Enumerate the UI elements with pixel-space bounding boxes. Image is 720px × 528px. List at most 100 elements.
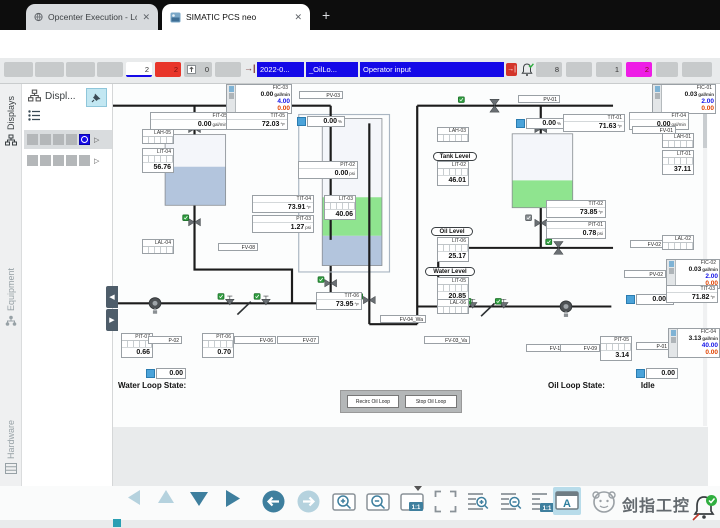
tab-label: Opcenter Execution - Lo...	[48, 12, 137, 22]
pid-diagram	[113, 84, 708, 427]
oil-loop-state-value: Idle	[641, 381, 655, 390]
pcsneo-favicon-icon	[170, 12, 181, 23]
list-view-icon[interactable]	[28, 110, 41, 121]
zoom-out-view-icon[interactable]	[366, 490, 391, 515]
toolbar-button-5[interactable]	[215, 62, 241, 77]
new-tab-button[interactable]: +	[322, 7, 330, 23]
list-1-1-icon[interactable]: 1:1	[530, 490, 555, 515]
thumb-square	[40, 155, 51, 166]
thumb-square	[27, 134, 38, 145]
display-tree-item-selected[interactable]: ▷	[24, 130, 112, 149]
watermark-text: 剑指工控	[622, 492, 690, 516]
sidebar-tab-equipment[interactable]: Equipment	[0, 268, 22, 346]
water-tank[interactable]	[165, 135, 226, 206]
oil-loop-state: Oil Loop State:Idle	[548, 381, 655, 390]
alarm-bell-ack-icon[interactable]	[520, 62, 535, 77]
list-zoom-out-icon[interactable]	[499, 490, 524, 515]
app-window: Opcenter Execution - Lo... ✕ SIMATIC PCS…	[0, 0, 720, 528]
nav-down-icon[interactable]	[190, 492, 208, 506]
expand-icon[interactable]: ▷	[94, 157, 99, 165]
tab-close-icon[interactable]: ✕	[142, 12, 150, 23]
display-tree-item[interactable]: ▷	[24, 151, 112, 170]
up-arrow-icon	[187, 65, 196, 74]
recirc-oil-loop-button[interactable]: Recirc Oil Loop	[347, 395, 399, 408]
toolbar-button-3[interactable]	[66, 62, 95, 77]
canvas-vertical-scrollbar[interactable]	[703, 86, 707, 426]
breadcrumb-operator-input[interactable]: Operator input	[360, 62, 504, 77]
thumb-square	[53, 134, 64, 145]
session-badge[interactable]: 2	[126, 62, 152, 77]
list-zoom-in-icon[interactable]	[466, 490, 491, 515]
pin-panel-button[interactable]	[86, 88, 107, 107]
sidebar-tab-displays[interactable]: Displays	[0, 96, 22, 186]
toolbar-button-1[interactable]	[4, 62, 33, 77]
alarm-count-badge[interactable]: 2	[155, 62, 181, 77]
panel-handle-icon[interactable]	[414, 486, 422, 491]
fit-screen-icon[interactable]	[434, 490, 457, 513]
thumb-square	[53, 155, 64, 166]
zoom-in-view-icon[interactable]	[332, 490, 357, 515]
toolbar-button-4[interactable]	[97, 62, 123, 77]
svg-text:1:1: 1:1	[412, 505, 421, 511]
pump-P-02[interactable]	[149, 298, 161, 314]
corner-accent	[113, 519, 121, 527]
panel-title: Displ...	[45, 91, 76, 102]
browser-address-bar: ← → 190404-ss.pcsneo.testbed 2 •••	[0, 30, 720, 58]
manual-valve-slash-right[interactable]	[481, 303, 494, 316]
tab-label: SIMATIC PCS neo	[186, 12, 256, 22]
toggle-labels-button[interactable]: A	[553, 487, 581, 515]
globe-favicon-icon	[34, 12, 43, 22]
lock-icon	[564, 314, 568, 317]
alarm-status-bell-icon[interactable]	[690, 492, 718, 522]
history-back-icon[interactable]	[262, 490, 285, 513]
panel-hierarchy-icon	[28, 89, 41, 102]
expand-icon[interactable]: ▷	[94, 136, 99, 144]
nav-forward-icon[interactable]	[226, 490, 240, 507]
browser-tab-strip: Opcenter Execution - Lo... ✕ SIMATIC PCS…	[0, 0, 720, 30]
thumb-square	[66, 155, 77, 166]
oil-tank[interactable]	[512, 134, 573, 208]
lock-icon	[153, 311, 157, 314]
magenta-count-badge[interactable]: 2	[626, 62, 652, 77]
panel-collapse-right-button[interactable]: ▶	[106, 309, 118, 331]
labels-a-icon: A	[555, 490, 579, 512]
thumb-square	[79, 155, 90, 166]
toolbar-button-2[interactable]	[35, 62, 64, 77]
panel-collapse-left-button[interactable]: ◀	[106, 286, 118, 308]
browser-tab-pcsneo[interactable]: SIMATIC PCS neo ✕	[162, 4, 310, 30]
toolbar-button-7[interactable]	[656, 62, 678, 77]
equipment-icon	[5, 315, 17, 327]
oil-loop-button-panel: Recirc Oil Loop Stop Oil Loop	[340, 390, 462, 413]
alarm-jump-icon[interactable]: →|	[506, 63, 517, 76]
watermark-logo-icon	[590, 488, 618, 514]
canvas-lower-margin	[113, 427, 708, 486]
thumb-square	[66, 134, 77, 145]
breadcrumb-date[interactable]: 2022-0...	[257, 62, 304, 77]
upload-count-badge[interactable]: 0	[184, 62, 212, 77]
thumb-square-active	[79, 134, 90, 145]
jump-arrow-icon[interactable]: →|	[244, 63, 256, 73]
stop-oil-loop-button[interactable]: Stop Oil Loop	[405, 395, 457, 408]
browser-tab-opcenter[interactable]: Opcenter Execution - Lo... ✕	[26, 4, 158, 30]
svg-text:A: A	[563, 498, 571, 510]
bottom-margin	[0, 520, 720, 528]
sidebar-tab-hardware[interactable]: Hardware	[0, 420, 22, 490]
count-badge-a[interactable]: 8	[536, 62, 562, 77]
thumb-square	[40, 134, 51, 145]
pin-icon	[91, 92, 102, 103]
displays-panel	[22, 84, 113, 520]
svg-text:1:1: 1:1	[543, 506, 552, 512]
water-loop-state: Water Loop State:	[118, 381, 214, 390]
zoom-1-1-view-icon[interactable]: 1:1	[400, 490, 425, 515]
hardware-rack-icon	[5, 463, 17, 474]
pump-P-01[interactable]	[560, 301, 572, 317]
toolbar-button-6[interactable]	[566, 62, 592, 77]
history-forward-icon[interactable]	[297, 490, 320, 513]
thumb-square	[27, 155, 38, 166]
breadcrumb-display[interactable]: _OilLo...	[306, 62, 358, 77]
nav-back-icon[interactable]	[128, 490, 141, 505]
tab-close-icon[interactable]: ✕	[294, 12, 302, 23]
count-badge-b[interactable]: 1	[596, 62, 622, 77]
toolbar-button-8[interactable]	[682, 62, 712, 77]
nav-up-icon[interactable]	[158, 490, 174, 503]
